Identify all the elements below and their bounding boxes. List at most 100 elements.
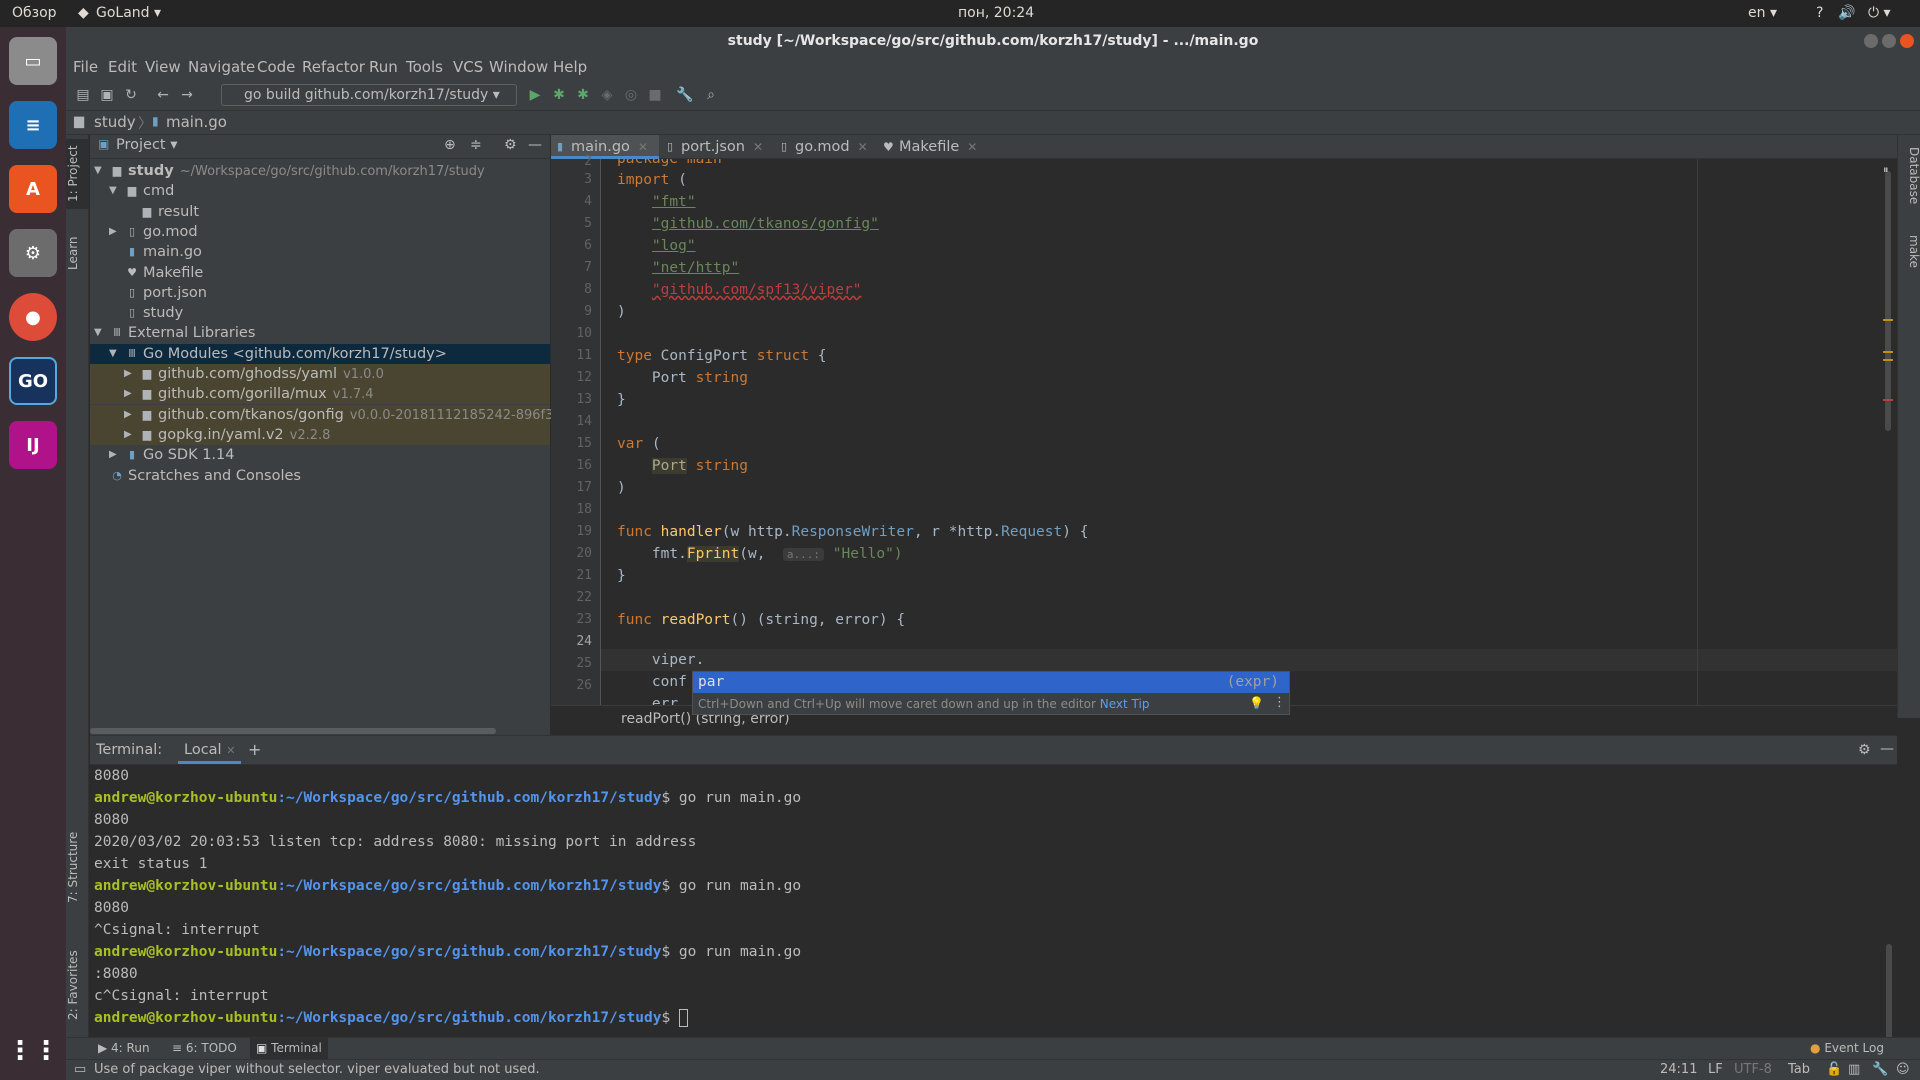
menu-run[interactable]: Run <box>369 58 398 76</box>
tree-row[interactable]: ▯ study <box>90 303 550 323</box>
menu-navigate[interactable]: Navigate <box>188 58 255 76</box>
close-icon[interactable]: ✕ <box>753 140 763 154</box>
project-tool-tab[interactable]: 1: Project <box>66 139 89 209</box>
database-tool-tab[interactable]: Database <box>1898 141 1920 211</box>
chevron-down-icon[interactable]: ▼ <box>109 181 121 201</box>
help-icon[interactable]: ? <box>1816 5 1823 21</box>
profile-icon[interactable]: ◈ <box>598 87 616 105</box>
software-center-icon[interactable]: A <box>9 165 57 213</box>
tree-row[interactable]: ▼ ▆ cmd <box>90 181 550 201</box>
chevron-right-icon[interactable]: ▶ <box>124 425 136 445</box>
breadcrumb-project[interactable]: study <box>94 113 136 131</box>
close-icon[interactable]: ✕ <box>858 140 868 154</box>
notifications-icon[interactable]: ☺ <box>1896 1062 1910 1077</box>
horizontal-scrollbar[interactable] <box>90 728 496 734</box>
chevron-down-icon[interactable]: ▼ <box>94 323 106 343</box>
collapse-all-icon[interactable]: ≑ <box>470 137 482 153</box>
close-icon[interactable]: ✕ <box>967 140 977 154</box>
todo-tool-tab[interactable]: ≡ 6: TODO <box>172 1041 237 1055</box>
make-tool-tab[interactable]: make <box>1898 231 1920 271</box>
close-icon[interactable]: ✕ <box>226 744 235 757</box>
menu-vcs[interactable]: VCS <box>453 58 483 76</box>
status-layout-icon[interactable]: ▭ <box>74 1062 86 1077</box>
intellij-dock-icon[interactable]: IJ <box>9 421 57 469</box>
learn-tool-tab[interactable]: Learn <box>66 230 89 276</box>
line-separator[interactable]: LF <box>1708 1062 1723 1077</box>
files-app-icon[interactable]: ▭ <box>9 37 57 85</box>
tree-row[interactable]: ▶ ▆ github.com/gorilla/mux v1.7.4 <box>90 384 550 405</box>
settings-app-icon[interactable]: ⚙ <box>9 229 57 277</box>
tree-row[interactable]: ▶ ▆ github.com/tkanos/gonfig v0.0.0-2018111… <box>90 404 553 425</box>
analysis-status-icon[interactable]: ⏸ <box>1883 163 1893 176</box>
warning-stripe[interactable] <box>1883 351 1893 353</box>
chevron-right-icon[interactable]: ▶ <box>109 445 121 465</box>
status-message[interactable]: Use of package viper without selector. v… <box>94 1062 540 1077</box>
tab-go-mod[interactable]: ▯ go.mod ✕ <box>775 135 875 159</box>
memory-icon[interactable]: ▥ <box>1848 1062 1860 1077</box>
gear-icon[interactable]: ⚙ <box>504 137 517 153</box>
tree-row[interactable]: ▼ Ⅲ Go Modules <github.com/korzh17/study> <box>90 343 550 364</box>
hide-panel-icon[interactable]: — <box>1880 741 1894 757</box>
activities-button[interactable]: Обзор <box>12 5 57 21</box>
project-view-select[interactable]: Project ▾ <box>116 137 178 153</box>
next-tip-link[interactable]: Next Tip <box>1100 697 1150 711</box>
completion-item[interactable]: par (expr) <box>693 672 1289 693</box>
sync-icon[interactable]: ↻ <box>122 87 140 105</box>
tree-row[interactable]: ♥ Makefile <box>90 263 550 283</box>
run-tool-tab[interactable]: ▶ 4: Run <box>98 1041 150 1055</box>
run-icon[interactable]: ▶ <box>526 87 544 105</box>
app-menu-button[interactable]: GoLand ▾ <box>96 5 161 21</box>
writer-app-icon[interactable]: ≡ <box>9 101 57 149</box>
vertical-scrollbar[interactable] <box>1885 171 1891 431</box>
tree-row[interactable]: ▮ main.go <box>90 242 550 262</box>
volume-icon[interactable]: 🔊 <box>1838 5 1855 21</box>
chevron-right-icon[interactable]: ▶ <box>124 405 136 425</box>
run-configuration-select[interactable]: go build github.com/korzh17/study ▾ <box>221 84 517 106</box>
power-icon[interactable]: ⏻ ▾ <box>1868 5 1891 21</box>
event-log-tab[interactable]: ● Event Log <box>1810 1041 1884 1055</box>
language-indicator[interactable]: en ▾ <box>1748 5 1777 21</box>
chrome-app-icon[interactable]: ● <box>9 293 57 341</box>
menu-help[interactable]: Help <box>553 58 587 76</box>
chevron-down-icon[interactable]: ▼ <box>94 161 106 181</box>
tree-row[interactable]: ▯ port.json <box>90 283 550 303</box>
menu-view[interactable]: View <box>145 58 181 76</box>
coverage-icon[interactable]: ✱ <box>574 87 592 105</box>
open-folder-icon[interactable]: ▤ <box>74 87 92 105</box>
minimize-button[interactable] <box>1864 34 1878 48</box>
terminal-scrollbar[interactable] <box>1886 944 1892 1040</box>
tab-makefile[interactable]: ♥ Makefile ✕ <box>879 135 989 159</box>
show-apps-icon[interactable]: ⋮⋮ <box>7 1027 59 1075</box>
window-title-bar[interactable]: study [~/Workspace/go/src/github.com/kor… <box>66 27 1920 55</box>
terminal-output[interactable]: 8080 andrew@korzhov-ubuntu:~/Workspace/go… <box>90 765 1897 1053</box>
tab-port-json[interactable]: ▯ port.json ✕ <box>661 135 773 159</box>
warning-stripe[interactable] <box>1883 319 1893 321</box>
breadcrumb-file[interactable]: main.go <box>166 113 227 131</box>
maximize-button[interactable] <box>1882 34 1896 48</box>
new-terminal-button[interactable]: + <box>248 740 261 759</box>
back-icon[interactable]: ← <box>154 87 172 105</box>
menu-file[interactable]: File <box>73 58 98 76</box>
debug-icon[interactable]: ✱ <box>550 87 568 105</box>
tree-row[interactable]: ▶ ▆ github.com/ghodss/yaml v1.0.0 <box>90 364 550 384</box>
chevron-right-icon[interactable]: ▶ <box>124 364 136 384</box>
lightbulb-icon[interactable]: 💡 <box>1249 696 1264 710</box>
file-encoding[interactable]: UTF-8 <box>1734 1062 1772 1077</box>
structure-tool-tab[interactable]: 7: Structure <box>66 825 89 909</box>
lock-icon[interactable]: 🔓 <box>1826 1062 1842 1077</box>
hide-panel-icon[interactable]: — <box>528 137 542 153</box>
menu-code[interactable]: Code <box>257 58 295 76</box>
indent-setting[interactable]: Tab <box>1788 1062 1810 1077</box>
tree-row[interactable]: ▼ Ⅲ External Libraries <box>90 323 550 343</box>
tab-main-go[interactable]: ▮ main.go ✕ <box>551 135 659 159</box>
gear-icon[interactable]: ⚙ <box>1858 742 1871 758</box>
attach-icon[interactable]: ◎ <box>622 87 640 105</box>
wrench-icon[interactable]: 🔧 <box>676 87 694 105</box>
close-window-button[interactable] <box>1900 34 1914 48</box>
chevron-down-icon[interactable]: ▼ <box>109 344 121 364</box>
tree-row[interactable]: ▆ result <box>90 202 550 222</box>
stop-icon[interactable]: ■ <box>646 87 664 105</box>
save-icon[interactable]: ▣ <box>98 87 116 105</box>
close-icon[interactable]: ✕ <box>638 140 648 154</box>
tree-row[interactable]: ▶ ▯ go.mod <box>90 222 550 242</box>
